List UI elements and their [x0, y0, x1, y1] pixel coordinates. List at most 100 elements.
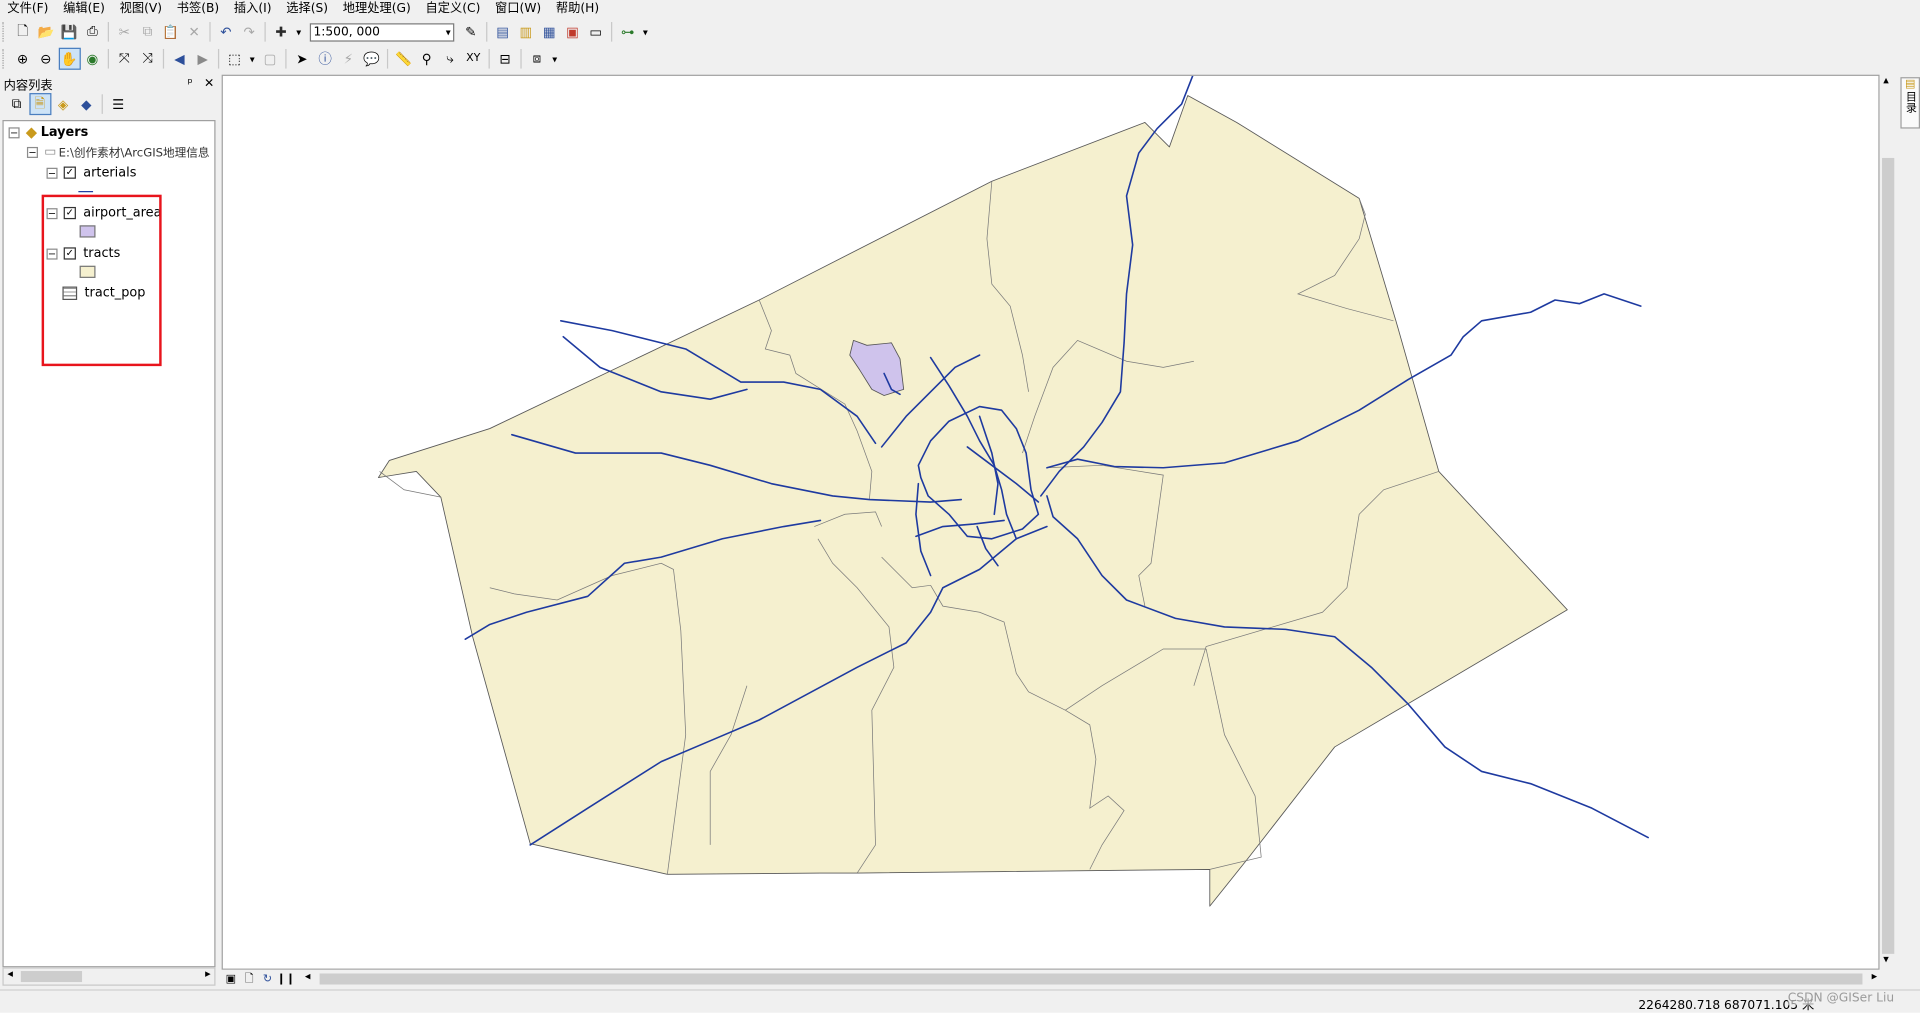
layout-view-icon[interactable]: 🗋: [241, 970, 258, 987]
fixed-zoom-out-icon[interactable]: ⤨: [137, 48, 159, 70]
layer-row-arterials[interactable]: − ✓ arterials: [46, 164, 136, 181]
visibility-checkbox[interactable]: ✓: [63, 166, 76, 179]
collapse-icon[interactable]: −: [26, 146, 38, 158]
pause-drawing-icon[interactable]: ❙❙: [277, 970, 295, 987]
toc-view-tabs: ⧉ 🗎 ◈ ◆ ☰: [0, 92, 218, 116]
scroll-left-icon[interactable]: ◂: [7, 969, 13, 981]
scroll-up-icon[interactable]: ▴: [1883, 75, 1889, 87]
add-data-dropdown-icon[interactable]: ▾: [293, 21, 304, 43]
select-elements-icon[interactable]: ➤: [291, 48, 313, 70]
paste-icon[interactable]: 📋: [160, 21, 182, 43]
menu-file[interactable]: 文件(F): [0, 1, 56, 17]
editor-toolbar-icon[interactable]: ✎: [460, 21, 482, 43]
scroll-right-icon[interactable]: ▸: [1872, 971, 1878, 983]
toolbar-separator: [162, 48, 165, 69]
map-view[interactable]: [221, 74, 1880, 970]
pan-icon[interactable]: ✋: [58, 47, 81, 70]
save-icon[interactable]: 💾: [58, 21, 80, 43]
workspace-path: E:\创作素材\ArcGIS地理信息: [58, 146, 210, 161]
data-frame-label: Layers: [40, 124, 89, 140]
collapse-icon[interactable]: −: [46, 167, 58, 179]
full-extent-icon[interactable]: ◉: [81, 48, 103, 70]
open-icon[interactable]: 📂: [35, 21, 57, 43]
measure-icon[interactable]: 📏: [392, 48, 414, 70]
toolbar-grip[interactable]: [2, 22, 7, 42]
highlight-annotation-box: [41, 194, 162, 367]
html-popup-icon[interactable]: 💬: [361, 48, 383, 70]
scroll-left-icon[interactable]: ◂: [305, 971, 311, 983]
menu-windows[interactable]: 窗口(W): [488, 1, 549, 17]
add-data-icon[interactable]: ✚: [270, 21, 292, 43]
scroll-thumb[interactable]: [319, 973, 1863, 985]
model-builder-icon[interactable]: ⊶: [617, 21, 639, 43]
search-window-icon[interactable]: ▦: [538, 21, 560, 43]
toc-options-icon[interactable]: ☰: [107, 93, 129, 115]
delete-icon[interactable]: ✕: [183, 21, 205, 43]
cut-icon[interactable]: ✂: [113, 21, 135, 43]
arcmap-window: 文件(F) 编辑(E) 视图(V) 书签(B) 插入(I) 选择(S) 地理处理…: [0, 0, 1920, 1013]
scroll-thumb[interactable]: [20, 971, 83, 983]
catalog-window-icon[interactable]: ▥: [515, 21, 537, 43]
menu-customize[interactable]: 自定义(C): [418, 1, 488, 17]
redo-icon[interactable]: ↷: [238, 21, 260, 43]
forward-extent-icon[interactable]: ▶: [192, 48, 214, 70]
print-icon[interactable]: ⎙: [81, 21, 103, 43]
menu-edit[interactable]: 编辑(E): [56, 1, 112, 17]
catalog-tab-label: 目录: [1903, 90, 1916, 113]
find-route-icon[interactable]: ⤷: [439, 48, 461, 70]
undo-icon[interactable]: ↶: [215, 21, 237, 43]
back-extent-icon[interactable]: ◀: [168, 48, 190, 70]
toolbar-separator: [209, 22, 211, 42]
workspace-row[interactable]: − ▭ E:\创作素材\ArcGIS地理信息: [26, 143, 210, 161]
time-slider-icon[interactable]: ⊟: [494, 48, 516, 70]
menu-bookmarks[interactable]: 书签(B): [169, 1, 226, 17]
pin-icon[interactable]: ᵖ: [188, 77, 193, 90]
copy-icon[interactable]: ⧉: [137, 21, 159, 43]
map-canvas[interactable]: [223, 75, 1879, 969]
toolbar-options-icon[interactable]: ▾: [640, 21, 651, 43]
scroll-thumb[interactable]: [1882, 157, 1895, 954]
menu-selection[interactable]: 选择(S): [279, 1, 336, 17]
toolbar-separator: [520, 48, 522, 69]
table-of-contents-icon[interactable]: ▤: [492, 21, 514, 43]
select-dropdown-icon[interactable]: ▾: [247, 48, 258, 70]
data-frame-row[interactable]: − ◆ Layers: [8, 124, 89, 141]
list-by-visibility-icon[interactable]: ◈: [52, 93, 74, 115]
python-window-icon[interactable]: ▭: [585, 21, 607, 43]
map-horizontal-scrollbar[interactable]: ◂ ▸: [302, 971, 1879, 987]
fixed-zoom-in-icon[interactable]: ⤧: [113, 48, 135, 70]
refresh-icon[interactable]: ↻: [259, 970, 276, 987]
hyperlink-icon[interactable]: ⚡: [337, 48, 359, 70]
close-icon[interactable]: ✕: [204, 77, 214, 90]
scroll-down-icon[interactable]: ▾: [1883, 954, 1889, 966]
collapse-icon[interactable]: −: [8, 126, 20, 138]
menu-insert[interactable]: 插入(I): [227, 1, 279, 17]
clear-selection-icon[interactable]: ▢: [259, 48, 281, 70]
zoom-out-icon[interactable]: ⊖: [35, 48, 57, 70]
go-to-xy-icon[interactable]: XY: [462, 48, 484, 70]
menu-view[interactable]: 视图(V): [112, 1, 169, 17]
data-view-icon[interactable]: ▣: [222, 970, 239, 987]
catalog-side-tab[interactable]: ▤ 目录: [1900, 77, 1920, 129]
map-vertical-scrollbar[interactable]: ▴ ▾: [1879, 74, 1897, 970]
zoom-in-icon[interactable]: ⊕: [12, 48, 34, 70]
menu-help[interactable]: 帮助(H): [549, 1, 607, 17]
scroll-right-icon[interactable]: ▸: [205, 969, 211, 981]
toolbar-separator: [285, 48, 287, 69]
new-document-icon[interactable]: 🗋: [12, 21, 34, 43]
find-icon[interactable]: ⚲: [416, 48, 438, 70]
list-by-selection-icon[interactable]: ◆: [75, 93, 97, 115]
create-viewer-window-icon[interactable]: ⧈: [526, 48, 548, 70]
list-by-drawing-order-icon[interactable]: ⧉: [6, 93, 28, 115]
chevron-down-icon: ▾: [445, 26, 451, 38]
arctoolbox-icon[interactable]: ▣: [561, 21, 583, 43]
select-features-icon[interactable]: ⬚: [223, 48, 245, 70]
toolbar-grip[interactable]: [2, 48, 7, 69]
map-scale-value: 1:500, 000: [313, 25, 380, 39]
identify-icon[interactable]: ⓘ: [314, 48, 336, 70]
toc-horizontal-scrollbar[interactable]: ◂ ▸: [2, 967, 216, 986]
menu-geoprocessing[interactable]: 地理处理(G): [335, 1, 418, 17]
list-by-source-icon[interactable]: 🗎: [28, 93, 51, 116]
toolbar-options-icon[interactable]: ▾: [549, 48, 560, 70]
map-scale-combo[interactable]: 1:500, 000 ▾: [309, 22, 455, 42]
